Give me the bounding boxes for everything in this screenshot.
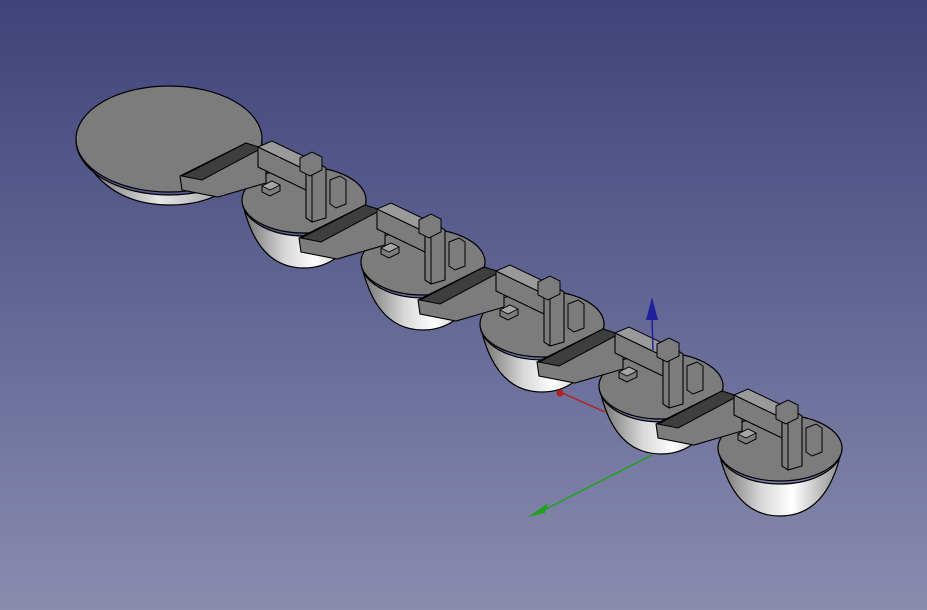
segment-chain: [179, 140, 843, 517]
bracket-secondary-post: [686, 361, 704, 395]
x-axis-line: [559, 391, 606, 413]
z-axis-arrow-icon: [646, 297, 658, 320]
bracket-secondary-post: [329, 175, 347, 209]
y-axis-line: [539, 454, 653, 513]
bracket-secondary-post: [805, 423, 823, 457]
model-scene[interactable]: [0, 0, 927, 610]
3d-viewport[interactable]: [0, 0, 927, 610]
y-axis-arrow-icon: [528, 503, 548, 517]
bracket-secondary-post: [448, 237, 466, 271]
x-axis-arrow-icon: [556, 389, 564, 397]
bracket-secondary-post: [567, 299, 585, 333]
z-axis-line: [651, 317, 654, 351]
